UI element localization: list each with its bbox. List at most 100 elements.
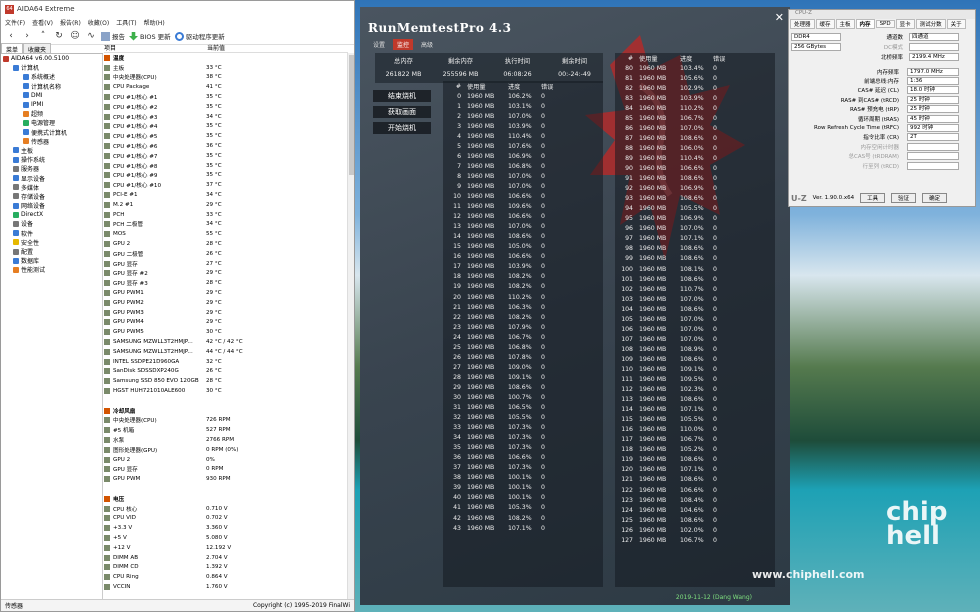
- thread-cell: 0: [713, 84, 717, 92]
- thread-cell: 22: [453, 313, 461, 321]
- tree-item[interactable]: 便携式计算机: [1, 128, 102, 137]
- thread-cell: 106.9%: [680, 215, 704, 223]
- tree-item[interactable]: 电源管理: [1, 118, 102, 127]
- thread-row: 35 1960 MB 107.3% 0: [443, 443, 603, 453]
- close-icon[interactable]: ✕: [775, 11, 784, 24]
- rmt-tab[interactable]: 设置: [369, 39, 389, 50]
- tree-item[interactable]: IPMI: [1, 100, 102, 109]
- back-icon[interactable]: ‹: [5, 31, 17, 41]
- tree-item[interactable]: 超频: [1, 109, 102, 118]
- driver-update-button[interactable]: 驱动程序更新: [174, 31, 225, 41]
- sensor-row: GPU 显存 27 °C: [104, 259, 348, 269]
- tree-item[interactable]: 数据库: [1, 256, 102, 265]
- thread-row: 95 1960 MB 106.9% 0: [615, 214, 775, 224]
- up-icon[interactable]: ˄: [37, 31, 49, 41]
- cpuz-tab[interactable]: 测试分数: [915, 19, 946, 29]
- thread-cell: 106.6%: [508, 454, 532, 462]
- thread-cell: 1960 MB: [639, 104, 667, 112]
- timing-row: 前端总线:内存 1:36: [789, 76, 975, 86]
- tree-item[interactable]: 软件: [1, 229, 102, 238]
- menu-item[interactable]: 帮助(H): [144, 18, 165, 27]
- cpuz-tab[interactable]: 内存: [855, 19, 875, 29]
- tree-item[interactable]: 网络设备: [1, 201, 102, 210]
- bios-update-button[interactable]: BIOS 更新: [129, 31, 171, 41]
- refresh-icon[interactable]: ↻: [53, 31, 65, 41]
- user-icon[interactable]: ☺: [69, 31, 81, 41]
- rmt-tab[interactable]: 高级: [417, 39, 437, 50]
- cpuz-tab[interactable]: 显卡: [895, 19, 915, 29]
- tree-item[interactable]: 安全性: [1, 238, 102, 247]
- sensor-name: CPU Package: [104, 84, 206, 91]
- tree-item[interactable]: 性能测试: [1, 265, 102, 274]
- stop-burn-button[interactable]: 结束烧机: [373, 90, 431, 102]
- sensor-row: CPU #1/核心 #2 35 °C: [104, 102, 348, 112]
- tab-menu[interactable]: 菜单: [1, 43, 24, 54]
- cpuz-tab[interactable]: SPD: [875, 20, 895, 28]
- report-button[interactable]: 报告: [101, 31, 125, 41]
- start-burn-button[interactable]: 开始烧机: [373, 122, 431, 134]
- column-value[interactable]: 当前值: [207, 43, 225, 52]
- tree-item[interactable]: 显示设备: [1, 173, 102, 183]
- tree-item-label: 便携式计算机: [31, 129, 68, 137]
- thread-cell: 1960 MB: [639, 245, 667, 253]
- validate-button[interactable]: 验证: [891, 193, 917, 203]
- thread-cell: 1960 MB: [639, 114, 667, 122]
- tree-item[interactable]: 系统概述: [1, 72, 102, 81]
- thread-cell: 1960 MB: [639, 315, 667, 323]
- sensor-value: 0.710 V: [206, 505, 228, 512]
- tree-item[interactable]: 传感器: [1, 137, 102, 146]
- menu-item[interactable]: 文件(F): [5, 18, 25, 27]
- thread-cell: 1960 MB: [639, 406, 667, 414]
- menu-item[interactable]: 工具(T): [116, 18, 136, 27]
- sensor-value: 35 °C: [206, 94, 222, 101]
- thread-cell: 107.0%: [508, 172, 532, 180]
- thread-cell: 107.8%: [508, 353, 532, 361]
- forward-icon[interactable]: ›: [21, 31, 33, 41]
- thread-cell: 95: [625, 215, 633, 223]
- tree-item[interactable]: DMI: [1, 91, 102, 100]
- cpuz-tab[interactable]: 缓存: [815, 19, 835, 29]
- menu-item[interactable]: 报告(R): [60, 18, 81, 27]
- ok-button[interactable]: 确定: [922, 193, 948, 203]
- tree-item[interactable]: 计算机名称: [1, 82, 102, 91]
- thread-row: 30 1960 MB 100.7% 0: [443, 392, 603, 402]
- sensor-icon: [104, 143, 110, 150]
- tree-item[interactable]: 多媒体: [1, 183, 102, 192]
- tree-item[interactable]: 计算机: [1, 63, 102, 72]
- cpuz-tab[interactable]: 主板: [835, 19, 855, 29]
- tree-item[interactable]: 服务器: [1, 164, 102, 173]
- rmt-tab[interactable]: 监控: [393, 39, 414, 50]
- tools-button[interactable]: 工具: [860, 193, 886, 203]
- tree-item[interactable]: 配置: [1, 247, 102, 256]
- sensor-value: 35 °C: [206, 103, 222, 110]
- cpuz-bottom-bar: U-Z Ver. 1.90.0.x64 工具 验证 确定: [789, 192, 975, 204]
- cpuz-tab[interactable]: 处理器: [790, 19, 815, 29]
- tree-item[interactable]: DirectX: [1, 210, 102, 219]
- tab-favorites[interactable]: 收藏夹: [23, 43, 52, 54]
- thread-cell: 106.2%: [508, 92, 532, 100]
- thread-row: 127 1960 MB 106.7% 0: [615, 535, 775, 545]
- menu-item[interactable]: 查看(V): [32, 18, 53, 27]
- tree-item-label: 性能测试: [21, 267, 46, 275]
- thread-cell: 0: [713, 94, 717, 102]
- sensor-label: CPU #1/核心 #3: [113, 114, 158, 121]
- tree-item[interactable]: 主板: [1, 146, 102, 155]
- thread-cell: 29: [453, 383, 461, 391]
- menu-item[interactable]: 收藏(O): [88, 18, 109, 27]
- thread-cell: 99: [625, 255, 633, 263]
- sensor-value: 38 °C: [206, 74, 222, 81]
- timing-row: CAS# 延迟 (CL) 18.0 时钟: [789, 86, 975, 95]
- scrollbar-thumb[interactable]: [349, 55, 354, 175]
- aida-scrollbar[interactable]: [347, 53, 354, 599]
- sensor-icon: [104, 309, 110, 316]
- tree-item[interactable]: AIDA64 v6.00.5100: [1, 54, 102, 63]
- chart-icon[interactable]: ∿: [85, 31, 97, 41]
- sensor-row: GPU PWM2 29 °C: [104, 298, 348, 308]
- tree-item[interactable]: 存储设备: [1, 192, 102, 201]
- cpuz-window: CPU-Z 处理器 缓存 主板 内存 SPD 显卡 测试分数 关于 DDR4 256 GByt…: [788, 9, 976, 207]
- tree-item[interactable]: 设备: [1, 219, 102, 228]
- tree-item[interactable]: 操作系统: [1, 155, 102, 164]
- column-item[interactable]: 项目: [104, 43, 207, 52]
- capture-screen-button[interactable]: 获取画面: [373, 106, 431, 118]
- cpuz-tab[interactable]: 关于: [946, 19, 966, 29]
